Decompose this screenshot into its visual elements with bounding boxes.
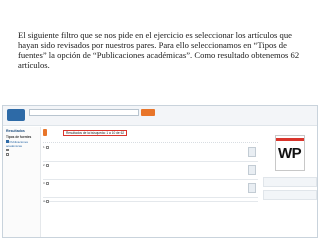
slide-paragraph: El siguiente filtro que se nos pide en e… bbox=[18, 30, 300, 70]
facet-heading: Resultados bbox=[6, 129, 25, 133]
publication-logo: WP bbox=[278, 145, 302, 162]
results-tools[interactable] bbox=[43, 138, 258, 143]
database-screenshot: Resultados Tipos de fuentes Publicacione… bbox=[2, 105, 318, 238]
result-checkbox[interactable] bbox=[46, 199, 49, 203]
results-count: Resultados de la búsqueda: 1 a 10 de 62 bbox=[63, 130, 128, 136]
search-toolbar bbox=[3, 106, 317, 126]
source-type-option[interactable] bbox=[6, 152, 37, 156]
result-checkbox[interactable] bbox=[46, 163, 49, 167]
document-thumbnail-icon[interactable] bbox=[248, 183, 256, 193]
document-thumbnail-icon[interactable] bbox=[248, 147, 256, 157]
checkbox-icon[interactable] bbox=[6, 153, 9, 156]
results-header: Resultados de la búsqueda: 1 a 10 de 62 bbox=[43, 129, 293, 137]
database-logo[interactable] bbox=[7, 109, 25, 121]
facet-sidebar: Resultados Tipos de fuentes Publicacione… bbox=[3, 127, 41, 237]
checkbox-icon[interactable] bbox=[6, 148, 9, 152]
cover-stripe bbox=[276, 138, 304, 141]
search-input[interactable] bbox=[29, 109, 139, 116]
publication-info[interactable] bbox=[263, 190, 317, 200]
publication-cover[interactable]: WP bbox=[275, 135, 305, 171]
checkbox-checked-icon[interactable] bbox=[6, 140, 9, 143]
results-list: 1. 2. 3. 4. bbox=[43, 144, 258, 203]
result-checkbox[interactable] bbox=[46, 181, 49, 185]
source-type-academic[interactable]: Publicaciones académicas bbox=[6, 140, 37, 148]
result-item[interactable]: 2. bbox=[43, 162, 258, 180]
publication-sidebar: WP bbox=[261, 127, 317, 237]
results-tab[interactable] bbox=[43, 129, 47, 136]
result-checkbox[interactable] bbox=[46, 145, 49, 149]
source-type-label: Publicaciones académicas bbox=[6, 139, 29, 148]
search-button[interactable] bbox=[141, 109, 155, 116]
result-item[interactable]: 4. bbox=[43, 198, 258, 203]
result-item[interactable]: 1. bbox=[43, 144, 258, 162]
publication-info[interactable] bbox=[263, 177, 317, 187]
document-thumbnail-icon[interactable] bbox=[248, 165, 256, 175]
result-item[interactable]: 3. bbox=[43, 180, 258, 198]
